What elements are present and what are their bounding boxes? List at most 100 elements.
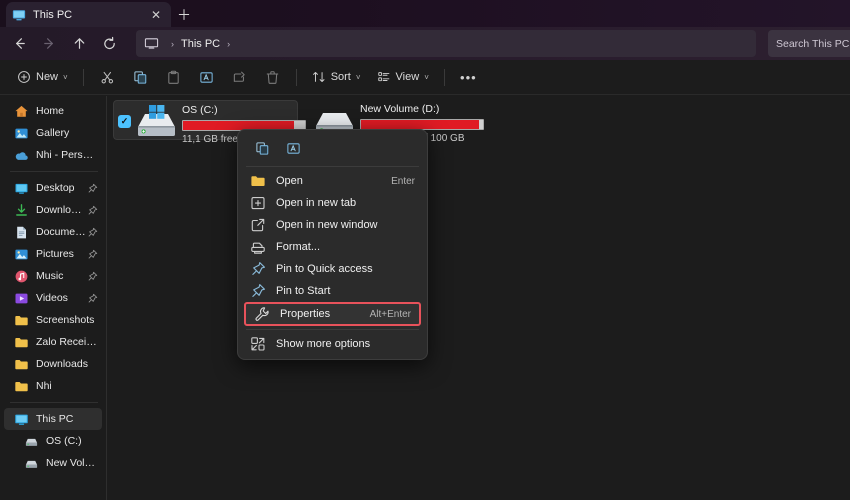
more-options-button[interactable]: ••• bbox=[453, 64, 484, 91]
context-menu-label: Format... bbox=[276, 241, 321, 253]
context-menu-item-show-more-options[interactable]: Show more options bbox=[242, 333, 423, 355]
tab-this-pc[interactable]: This PC ✕ bbox=[6, 2, 171, 27]
folder-icon bbox=[251, 176, 265, 186]
sidebar-item-label: Gallery bbox=[36, 127, 70, 139]
refresh-button[interactable] bbox=[95, 31, 123, 57]
context-menu-label: Show more options bbox=[276, 338, 371, 350]
context-menu-label: Pin to Quick access bbox=[276, 263, 373, 275]
sidebar-item-videos[interactable]: Videos bbox=[4, 287, 102, 309]
copy-button[interactable] bbox=[125, 64, 156, 91]
monitor-icon bbox=[144, 38, 159, 49]
sidebar-divider bbox=[10, 171, 98, 172]
pin-icon[interactable] bbox=[87, 271, 98, 282]
share-button[interactable] bbox=[224, 64, 255, 91]
file-list-view[interactable]: ✓ OS (C:) 11,1 GB free of 120 GB New Vol… bbox=[108, 96, 850, 500]
sidebar-item-home[interactable]: Home bbox=[4, 100, 102, 122]
onedrive-icon bbox=[15, 151, 28, 160]
copy-icon bbox=[256, 142, 269, 155]
sort-icon bbox=[312, 71, 325, 83]
pin-icon[interactable] bbox=[87, 293, 98, 304]
drive-name: New Volume (D:) bbox=[360, 103, 440, 115]
plus-circle-icon bbox=[18, 71, 30, 83]
title-bar: This PC ✕ ＋ bbox=[0, 0, 850, 27]
pin-icon[interactable] bbox=[87, 205, 98, 216]
folder-icon bbox=[15, 381, 28, 391]
context-menu-item-open-in-new-tab[interactable]: Open in new tab bbox=[242, 192, 423, 214]
sidebar-item-label: OS (C:) bbox=[46, 435, 82, 447]
documents-icon bbox=[17, 226, 26, 238]
sidebar-item-screenshots[interactable]: Screenshots bbox=[4, 309, 102, 331]
context-menu-item-open-in-new-window[interactable]: Open in new window bbox=[242, 214, 423, 236]
up-button[interactable] bbox=[65, 31, 93, 57]
sidebar-item-pictures[interactable]: Pictures bbox=[4, 243, 102, 265]
delete-button[interactable] bbox=[257, 64, 288, 91]
rename-button[interactable] bbox=[191, 64, 222, 91]
navigation-pane[interactable]: Home Gallery Nhi - Personal Desktop Down… bbox=[0, 96, 107, 500]
drive-checkbox[interactable]: ✓ bbox=[118, 115, 131, 128]
pin-icon bbox=[252, 284, 265, 297]
context-menu-divider bbox=[246, 166, 419, 167]
new-tab-button[interactable]: ＋ bbox=[174, 5, 194, 25]
drive-usage-fill bbox=[361, 120, 480, 129]
sidebar-item-downloads[interactable]: Downloads bbox=[4, 199, 102, 221]
desktop-icon bbox=[15, 183, 28, 194]
sidebar-item-music[interactable]: Music bbox=[4, 265, 102, 287]
breadcrumb[interactable]: › This PC › bbox=[136, 30, 756, 57]
sidebar-item-new-volume-d[interactable]: New Volume (D:) bbox=[4, 452, 102, 474]
sidebar-item-label: New Volume (D:) bbox=[46, 457, 98, 469]
format-icon bbox=[251, 242, 265, 254]
videos-icon bbox=[15, 293, 28, 303]
context-menu-label: Open in new window bbox=[276, 219, 378, 231]
sidebar-item-documents[interactable]: Documents bbox=[4, 221, 102, 243]
new-tab-icon bbox=[251, 197, 265, 210]
pin-icon[interactable] bbox=[87, 183, 98, 194]
cut-button[interactable] bbox=[92, 64, 123, 91]
context-menu-item-format[interactable]: Format... bbox=[242, 236, 423, 258]
sidebar-item-gallery[interactable]: Gallery bbox=[4, 122, 102, 144]
sort-label: Sort bbox=[330, 71, 351, 83]
gallery-icon bbox=[15, 128, 28, 138]
pin-icon[interactable] bbox=[87, 249, 98, 260]
context-menu-label: Open in new tab bbox=[276, 197, 357, 209]
folder-icon bbox=[15, 315, 28, 325]
pin-icon bbox=[252, 262, 265, 275]
new-label: New bbox=[36, 71, 59, 83]
back-button[interactable] bbox=[5, 31, 33, 57]
rename-button[interactable] bbox=[279, 136, 308, 161]
wrench-icon bbox=[255, 307, 269, 321]
sidebar-item-label: Nhi - Personal bbox=[36, 149, 98, 161]
context-menu-accelerator: Alt+Enter bbox=[369, 308, 411, 320]
monitor-icon bbox=[15, 414, 28, 425]
view-button[interactable]: View ˅ bbox=[370, 64, 436, 91]
close-icon[interactable]: ✕ bbox=[147, 6, 165, 24]
sidebar-item-this-pc[interactable]: This PC bbox=[4, 408, 102, 430]
context-menu-item-pin-to-quick-access[interactable]: Pin to Quick access bbox=[242, 258, 423, 280]
sidebar-item-downloads-folder[interactable]: Downloads bbox=[4, 353, 102, 375]
rename-icon bbox=[287, 143, 300, 154]
sidebar-item-desktop[interactable]: Desktop bbox=[4, 177, 102, 199]
paste-icon bbox=[167, 70, 179, 84]
sort-button[interactable]: Sort ˅ bbox=[305, 64, 368, 91]
sidebar-item-label: Home bbox=[36, 105, 65, 117]
new-button[interactable]: New ˅ bbox=[10, 64, 75, 91]
context-menu-item-open[interactable]: Open Enter bbox=[242, 170, 423, 192]
sidebar-item-label: Pictures bbox=[36, 248, 74, 260]
breadcrumb-chevron-trailing[interactable]: › bbox=[227, 39, 230, 49]
pin-icon[interactable] bbox=[87, 227, 98, 238]
sidebar-item-zalo-received-files[interactable]: Zalo Received Files bbox=[4, 331, 102, 353]
drive-icon bbox=[134, 103, 176, 141]
context-menu[interactable]: Open Enter Open in new tab Open in new w… bbox=[237, 129, 428, 360]
drive-icon bbox=[25, 460, 38, 468]
copy-button[interactable] bbox=[248, 136, 277, 161]
sidebar-item-nhi[interactable]: Nhi bbox=[4, 375, 102, 397]
breadcrumb-chevron: › bbox=[171, 38, 174, 49]
sidebar-item-os-c[interactable]: OS (C:) bbox=[4, 430, 102, 452]
sidebar-item-onedrive[interactable]: Nhi - Personal bbox=[4, 144, 102, 166]
paste-button[interactable] bbox=[158, 64, 189, 91]
context-menu-item-pin-to-start[interactable]: Pin to Start bbox=[242, 280, 423, 302]
context-menu-item-properties[interactable]: Properties Alt+Enter bbox=[244, 302, 421, 326]
context-menu-divider-2 bbox=[246, 329, 419, 330]
search-input[interactable]: Search This PC bbox=[768, 30, 850, 57]
breadcrumb-path[interactable]: This PC bbox=[181, 38, 220, 50]
forward-button[interactable] bbox=[35, 31, 63, 57]
